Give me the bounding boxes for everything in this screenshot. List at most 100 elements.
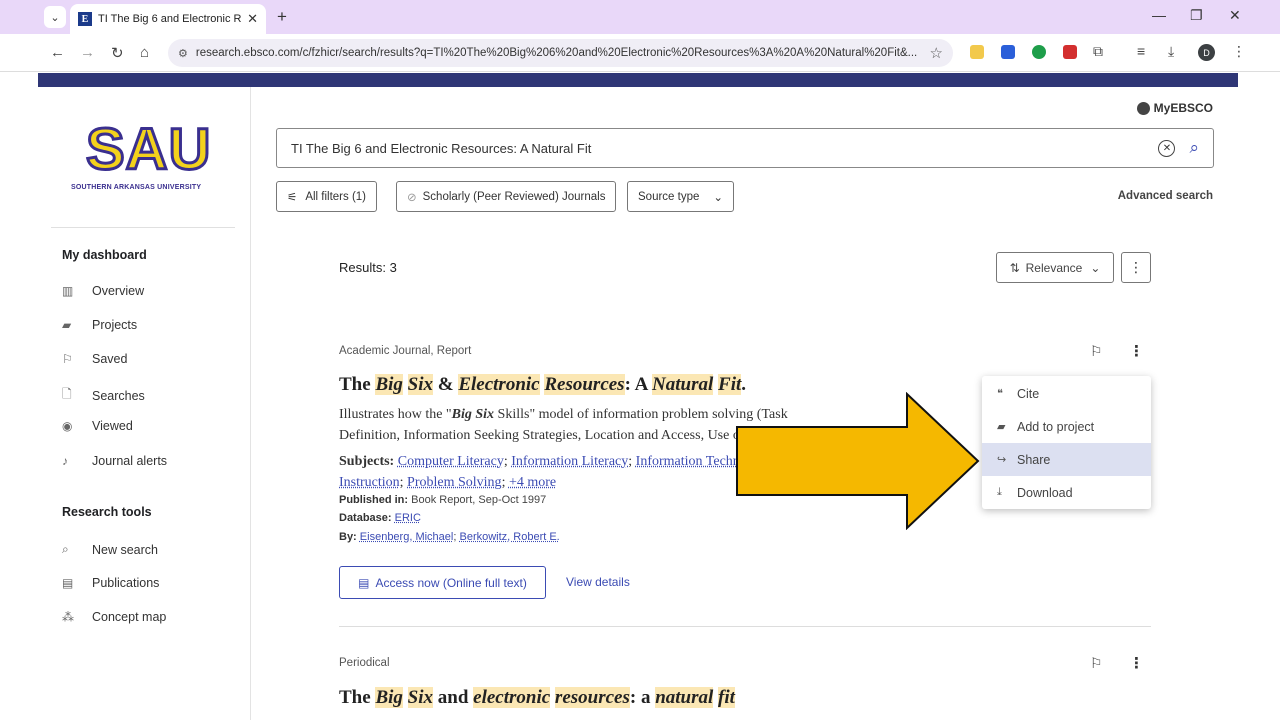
browser-menu-icon[interactable]: ⋮	[1232, 43, 1246, 60]
back-icon[interactable]: ←	[50, 44, 65, 61]
browser-tab[interactable]: E TI The Big 6 and Electronic Reso ✕	[70, 4, 266, 34]
divider	[51, 227, 235, 228]
scholarly-filter-button[interactable]: ⊘ Scholarly (Peer Reviewed) Journals	[396, 181, 617, 212]
subject-link[interactable]: Computer Literacy	[398, 454, 504, 469]
search-input[interactable]: TI The Big 6 and Electronic Resources: A…	[276, 128, 1214, 168]
address-bar[interactable]: ⚙ research.ebsco.com/c/fzhicr/search/res…	[168, 39, 953, 67]
result-title[interactable]: The Big Six & Electronic Resources: A Na…	[339, 374, 746, 396]
myebsco-link[interactable]: MyEBSCO	[1136, 101, 1213, 115]
home-icon[interactable]: ⌂	[140, 44, 149, 61]
all-filters-button[interactable]: ⚟ All filters (1)	[276, 181, 378, 212]
sidebar-item-projects[interactable]: ▰ Projects	[62, 318, 137, 332]
url-text: research.ebsco.com/c/fzhicr/search/resul…	[195, 47, 918, 59]
forward-icon[interactable]: →	[80, 44, 95, 61]
grammarly-extension-icon[interactable]	[1032, 45, 1046, 59]
bookmark-icon: ⚐	[62, 352, 73, 366]
overview-icon: ▥	[62, 284, 74, 298]
access-label: Access now (Online full text)	[375, 575, 527, 590]
browser-tab-strip: ⌄ E TI The Big 6 and Electronic Reso ✕ +…	[0, 0, 1280, 34]
sort-dropdown[interactable]: ⇅ Relevance ⌄	[996, 252, 1114, 283]
tab-search-button[interactable]: ⌄	[44, 6, 66, 28]
result-more-icon[interactable]: ⋮	[1129, 342, 1144, 360]
folder-extension-icon[interactable]	[970, 45, 984, 59]
menu-item-label: Cite	[1017, 386, 1040, 401]
more-subjects-link[interactable]: +4 more	[509, 475, 556, 490]
sidebar-item-new-search[interactable]: ⌕ New search	[62, 542, 158, 557]
tab-close-icon[interactable]: ✕	[247, 11, 258, 27]
sidebar-item-label: Concept map	[92, 610, 167, 624]
meta-label: Published in:	[339, 494, 409, 506]
search-icon[interactable]: ⌕	[1189, 138, 1199, 158]
sort-icon: ⇅	[1009, 260, 1020, 275]
subject-link[interactable]: Problem Solving	[407, 475, 502, 490]
author-link[interactable]: Berkowitz, Robert E.	[459, 531, 559, 543]
search-icon: ⌕	[62, 542, 69, 556]
access-now-button[interactable]: ▤ Access now (Online full text)	[339, 566, 546, 599]
logo-text: SAU	[84, 117, 212, 182]
extensions-puzzle-icon[interactable]: ⧉	[1093, 43, 1103, 60]
results-count: Results: 3	[339, 260, 397, 275]
close-window-icon[interactable]: ✕	[1229, 7, 1241, 24]
view-details-link[interactable]: View details	[566, 575, 630, 589]
check-circle-icon: ⊘	[407, 191, 417, 204]
extension-icon[interactable]	[1001, 45, 1015, 59]
bookmark-star-icon[interactable]: ☆	[930, 44, 943, 62]
source-type-dropdown[interactable]: Source type ⌄	[627, 181, 735, 212]
result-divider	[339, 626, 1151, 627]
chevron-down-icon: ⌄	[1090, 260, 1101, 275]
share-icon: ↪	[997, 454, 1007, 466]
sidebar-item-label: Journal alerts	[92, 454, 168, 468]
author-link[interactable]: Eisenberg, Michael	[360, 531, 454, 543]
sidebar-item-journal-alerts[interactable]: ♪ Journal alerts	[62, 454, 167, 468]
profile-avatar[interactable]: D	[1198, 44, 1215, 61]
sidebar-item-label: Searches	[92, 388, 145, 403]
results-more-options-button[interactable]: ⋮	[1121, 252, 1151, 283]
clear-search-icon[interactable]: ✕	[1158, 139, 1176, 157]
site-info-icon[interactable]: ⚙	[178, 47, 188, 60]
sidebar-item-viewed[interactable]: ◉ Viewed	[62, 419, 133, 433]
result-type: Academic Journal, Report	[339, 345, 472, 357]
ebsco-favicon-icon: E	[78, 12, 92, 26]
menu-item-label: Download	[1017, 485, 1073, 500]
subject-link[interactable]: Instruction	[339, 475, 400, 490]
menu-item-cite[interactable]: ❝ Cite	[982, 377, 1151, 410]
research-tools-heading: Research tools	[62, 505, 152, 519]
sau-logo[interactable]: SAU SOUTHERN ARKANSAS UNIVERSITY	[68, 117, 218, 199]
bookmark-icon[interactable]: ⚐	[1090, 343, 1103, 360]
bookmark-icon[interactable]: ⚐	[1090, 655, 1103, 672]
meta-label: By:	[339, 531, 357, 543]
download-icon: ⤓	[997, 486, 1002, 498]
menu-item-add-to-project[interactable]: ▰ Add to project	[982, 410, 1151, 443]
menu-item-download[interactable]: ⤓ Download	[982, 476, 1151, 509]
menu-item-share[interactable]: ↪ Share	[982, 443, 1151, 476]
pdf-icon: ▤	[358, 575, 370, 590]
result-more-icon[interactable]: ⋮	[1129, 654, 1144, 672]
subject-link[interactable]: Information Literacy	[511, 454, 628, 469]
database: Database: ERIC	[339, 512, 421, 524]
download-icon[interactable]: ⤓	[1168, 43, 1174, 60]
eye-icon: ◉	[62, 419, 73, 433]
minimize-icon[interactable]: —	[1152, 7, 1166, 23]
sidebar-item-label: Projects	[92, 318, 138, 332]
sidebar-item-searches[interactable]: 🗋 Searches	[62, 385, 145, 406]
abstract-highlight: Big Six	[451, 407, 495, 422]
reading-list-icon[interactable]: ≡	[1137, 43, 1145, 59]
database-link[interactable]: ERIC	[395, 512, 421, 524]
pdf-extension-icon[interactable]	[1063, 45, 1077, 59]
sidebar-item-publications[interactable]: ▤ Publications	[62, 576, 159, 590]
meta-label: Database:	[339, 512, 392, 524]
restore-icon[interactable]: ❐	[1190, 7, 1203, 24]
sidebar-item-overview[interactable]: ▥ Overview	[62, 284, 144, 298]
logo-subtitle: SOUTHERN ARKANSAS UNIVERSITY	[71, 184, 202, 191]
result-actions-menu: ❝ Cite ▰ Add to project ↪ Share ⤓ Download	[982, 376, 1151, 509]
sidebar-item-concept-map[interactable]: ⁂ Concept map	[62, 610, 166, 624]
subjects-label: Subjects:	[339, 454, 395, 469]
address-toolbar: ← → ↻ ⌂ ⚙ research.ebsco.com/c/fzhicr/se…	[0, 34, 1280, 72]
sort-label: Relevance	[1025, 260, 1083, 275]
reload-icon[interactable]: ↻	[111, 44, 124, 62]
sidebar-item-saved[interactable]: ⚐ Saved	[62, 352, 127, 366]
sidebar-item-label: Publications	[92, 576, 160, 590]
new-tab-icon[interactable]: +	[277, 7, 287, 27]
result-title[interactable]: The Big Six and electronic resources: a …	[339, 687, 735, 709]
advanced-search-link[interactable]: Advanced search	[1118, 190, 1213, 202]
